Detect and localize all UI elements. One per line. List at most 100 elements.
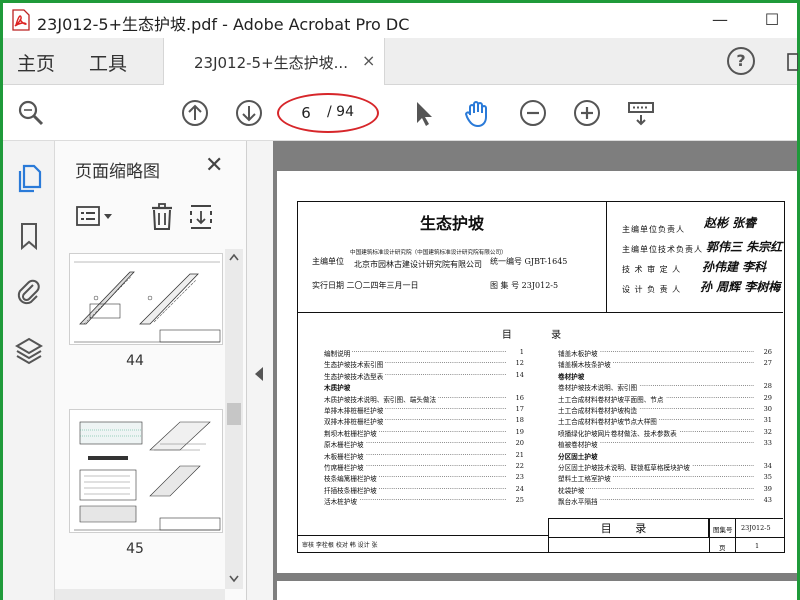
pdf-page: 生态护坡 主编单位 中国建筑标准设计研究院（中国建筑标准设计研究院有限公司） 北… [277,171,797,573]
toc-entry[interactable]: 枝条编篱栅栏护坡 ································… [324,473,524,484]
thumbnail-options-icon[interactable] [75,205,115,229]
previous-page-icon[interactable] [179,97,211,129]
toc-entry-title: 飘台水平隔挡 [558,496,600,507]
zoom-out-icon[interactable] [517,97,549,129]
maximize-button[interactable]: ☐ [759,9,785,31]
toc-entry[interactable]: 土工合成材料卷材护坡构造 ····························… [558,404,772,416]
toc-entry[interactable]: 木质护坡技术说明、索引图、端头做法·······················… [324,393,524,405]
minimize-button[interactable]: — [707,9,733,31]
title-bar: 23J012-5+生态护坡.pdf - Adobe Acrobat Pro DC… [3,3,797,38]
toc-entry[interactable]: 双排木排桩栅栏护坡 ·······························… [324,416,524,427]
sign-in-icon[interactable] [786,48,798,76]
toc-entry-page: 29 [756,393,772,402]
window-title: 23J012-5+生态护坡.pdf - Adobe Acrobat Pro DC [37,15,410,34]
tab-home[interactable]: 主页 [17,49,55,76]
toc-entry[interactable]: 荆坝木桩栅栏护坡 ································… [324,427,524,439]
page-thumbnails-icon[interactable] [15,163,43,193]
signature: 孙 周辉 李树梅 [700,280,781,294]
page-value: 1 [755,542,760,550]
toc-entry[interactable]: 生态护坡技术索引图 ·······························… [324,359,524,370]
toc-entry-page: 1 [508,348,524,356]
layers-icon[interactable] [15,335,43,365]
thumbnail-label: 45 [126,541,144,557]
hand-tool-icon[interactable] [461,97,493,129]
title-block-name: 目 录 [549,519,709,538]
toc-entry[interactable]: 卷材护坡 [558,370,772,382]
select-cursor-icon[interactable] [407,97,439,129]
toc-entry[interactable]: 生态护坡技术选型表 ·······························… [324,370,524,382]
scrollbar-thumb[interactable] [227,403,241,425]
tab-tools[interactable]: 工具 [89,49,127,76]
toc-entry[interactable]: 枕袋护坡 ····································… [558,484,772,496]
atlas-label: 图集号 [713,526,733,534]
toc-entry-page: 28 [756,382,772,391]
role-label: 设 计 负 责 人 [622,285,682,294]
tab-document[interactable]: 23J012-5+生态护坡... × [163,38,385,85]
toc-entry[interactable]: 扦插枝条栅栏护坡 ································… [324,484,524,496]
scroll-down-icon[interactable] [229,575,239,583]
toc-entry[interactable]: 单排木排桩栅栏护坡 ·······························… [324,404,524,416]
signature: 赵彬 张睿 [704,216,757,230]
signature: 郭伟三 朱宗红 [706,240,783,254]
toc-entry-title: 铺盖横木枝条护坡 [558,359,613,370]
toc-entry-title: 单排木排桩栅栏护坡 [324,404,386,415]
toc-entry[interactable]: 土工合成材料卷材护坡节点大样图·························… [558,416,772,427]
toc-entry-page: 14 [508,370,524,379]
toc-entry-page: 21 [508,450,524,459]
toc-entry[interactable]: 原木栅栏护坡 ··································… [324,439,524,450]
navigation-rail [3,141,55,600]
toc-entry-page: 33 [756,439,772,448]
toc-entry-title: 扦插枝条栅栏护坡 [324,484,379,495]
toc-entry[interactable]: 植被卷材护坡 ··································… [558,439,772,450]
toc-entry-title: 木质护坡技术说明、索引图、端头做法 [324,393,439,404]
toc-entry[interactable]: 木板栅栏护坡 ··································… [324,450,524,462]
toc-entry-title: 原木栅栏护坡 [324,439,366,450]
toc-entry[interactable]: 塑料土工格室护坡 ································… [558,473,772,484]
thumbnails-vertical-scrollbar[interactable] [225,249,243,589]
toc-entry-page: 27 [756,359,772,368]
toc-entry-title: 分区固土护坡技术说明、联锁框草格模块护坡 [558,461,692,472]
unified-code: 统一编号 GJBT-1645 [490,257,568,266]
help-button[interactable]: ? [727,47,755,75]
toc-entry-title: 卷材护坡技术说明、索引图 [558,382,640,393]
thumbnails-horizontal-scrollbar[interactable] [55,589,225,600]
toc-entry[interactable]: 活木桩护坡 ···································… [324,496,524,507]
toc-entry[interactable]: 卷材护坡技术说明、索引图 ····························… [558,382,772,393]
signature: 孙伟建 李科 [702,260,767,274]
attachments-icon[interactable] [15,277,43,307]
page-thumbnail-44[interactable] [69,253,223,345]
toc-entry[interactable]: 土工合成材料卷材护坡平面图、节点························… [558,393,772,405]
toc-entry-page: 32 [756,427,772,436]
zoom-in-icon[interactable] [571,97,603,129]
toc-entry[interactable]: 竹席栅栏护坡 ··································… [324,461,524,473]
document-viewer[interactable]: 生态护坡 主编单位 中国建筑标准设计研究院（中国建筑标准设计研究院有限公司） 北… [273,141,797,600]
close-panel-button[interactable]: ✕ [205,153,223,178]
sheet-header: 生态护坡 主编单位 中国建筑标准设计研究院（中国建筑标准设计研究院有限公司） 北… [298,202,783,313]
bookmarks-icon[interactable] [15,221,43,251]
page-thumbnail-45[interactable] [69,409,223,533]
toc-entry-title: 编制说明 [324,348,353,358]
toc-entry[interactable]: 喷播绿化护坡网片卷材做法、技术参数表······················… [558,427,772,439]
thumbnail-label: 44 [126,353,144,369]
close-tab-button[interactable]: × [362,51,375,70]
keyboard-tools-icon[interactable] [625,97,657,129]
insert-page-icon[interactable] [189,203,215,231]
toc-entry[interactable]: 飘台水平隔挡 ··································… [558,496,772,507]
toc-entry-page: 43 [756,496,772,505]
toc-entry-page: 23 [508,473,524,482]
collapse-arrow-icon[interactable] [255,367,263,381]
scroll-up-icon[interactable] [229,253,239,261]
toc-entry[interactable]: 分区固土护坡技术说明、联锁框草格模块护坡····················… [558,461,772,473]
toc-entry-title: 活木桩护坡 [324,496,359,507]
panel-toolbar [71,199,241,233]
toc-entry[interactable]: 分区固土护坡 [558,450,772,462]
zoom-search-icon[interactable] [15,97,47,129]
next-page-icon[interactable] [233,97,265,129]
toc-entry[interactable]: 铺盖横木枝条护坡 ································… [558,359,772,370]
toc-entry[interactable]: 铺盖木板护坡 ··································… [558,348,772,359]
delete-page-icon[interactable] [149,203,175,231]
toc-entry[interactable]: 木质护坡 [324,382,524,393]
toc-entry-page: 31 [756,416,772,425]
panel-collapse-handle[interactable] [247,141,273,600]
toc-entry[interactable]: 编制说明 ····································… [324,348,524,359]
